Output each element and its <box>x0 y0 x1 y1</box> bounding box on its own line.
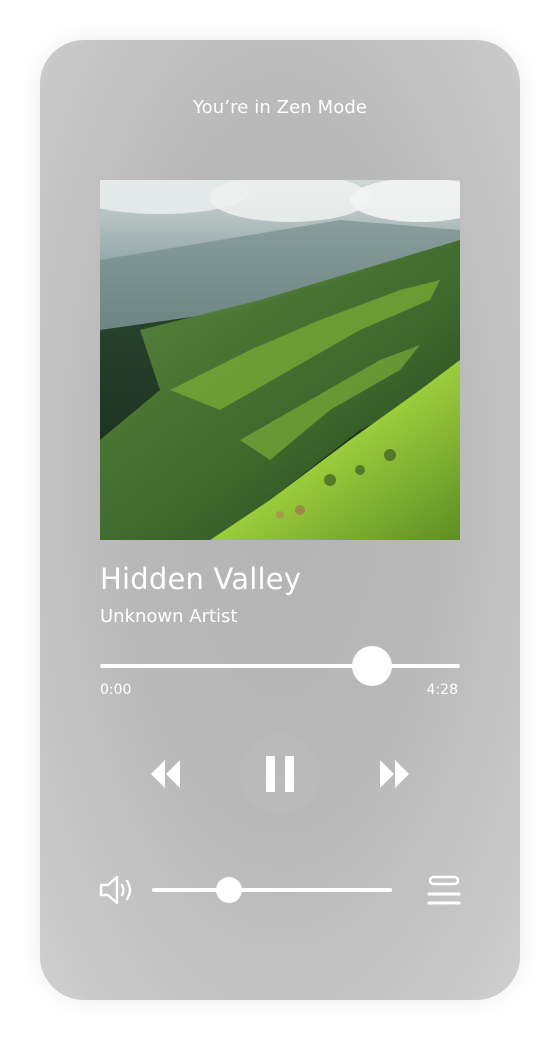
total-time: 4:28 <box>426 682 458 698</box>
volume-slider[interactable] <box>152 877 392 903</box>
rewind-icon <box>151 760 180 788</box>
track-title: Hidden Valley <box>100 562 302 596</box>
rewind-button[interactable] <box>146 754 186 794</box>
zen-mode-player: You’re in Zen Mode Hidden Valley Unknown… <box>40 40 520 1000</box>
volume-thumb[interactable] <box>215 877 242 903</box>
progress-slider[interactable] <box>100 646 460 686</box>
zen-mode-title: You’re in Zen Mode <box>192 97 368 118</box>
fast-forward-button[interactable] <box>374 754 414 794</box>
track-artist: Unknown Artist <box>100 606 238 627</box>
album-artwork <box>100 180 460 540</box>
pause-button[interactable] <box>240 734 320 814</box>
speaker-icon <box>99 875 132 905</box>
fast-forward-icon <box>380 760 409 788</box>
volume-track[interactable] <box>152 888 392 892</box>
elapsed-time: 0:00 <box>100 682 132 698</box>
queue-button[interactable] <box>426 874 462 908</box>
volume-button[interactable] <box>98 874 136 906</box>
pause-icon <box>266 756 294 792</box>
progress-thumb[interactable] <box>351 646 392 686</box>
queue-list-icon <box>427 875 461 905</box>
progress-track[interactable] <box>100 664 460 668</box>
